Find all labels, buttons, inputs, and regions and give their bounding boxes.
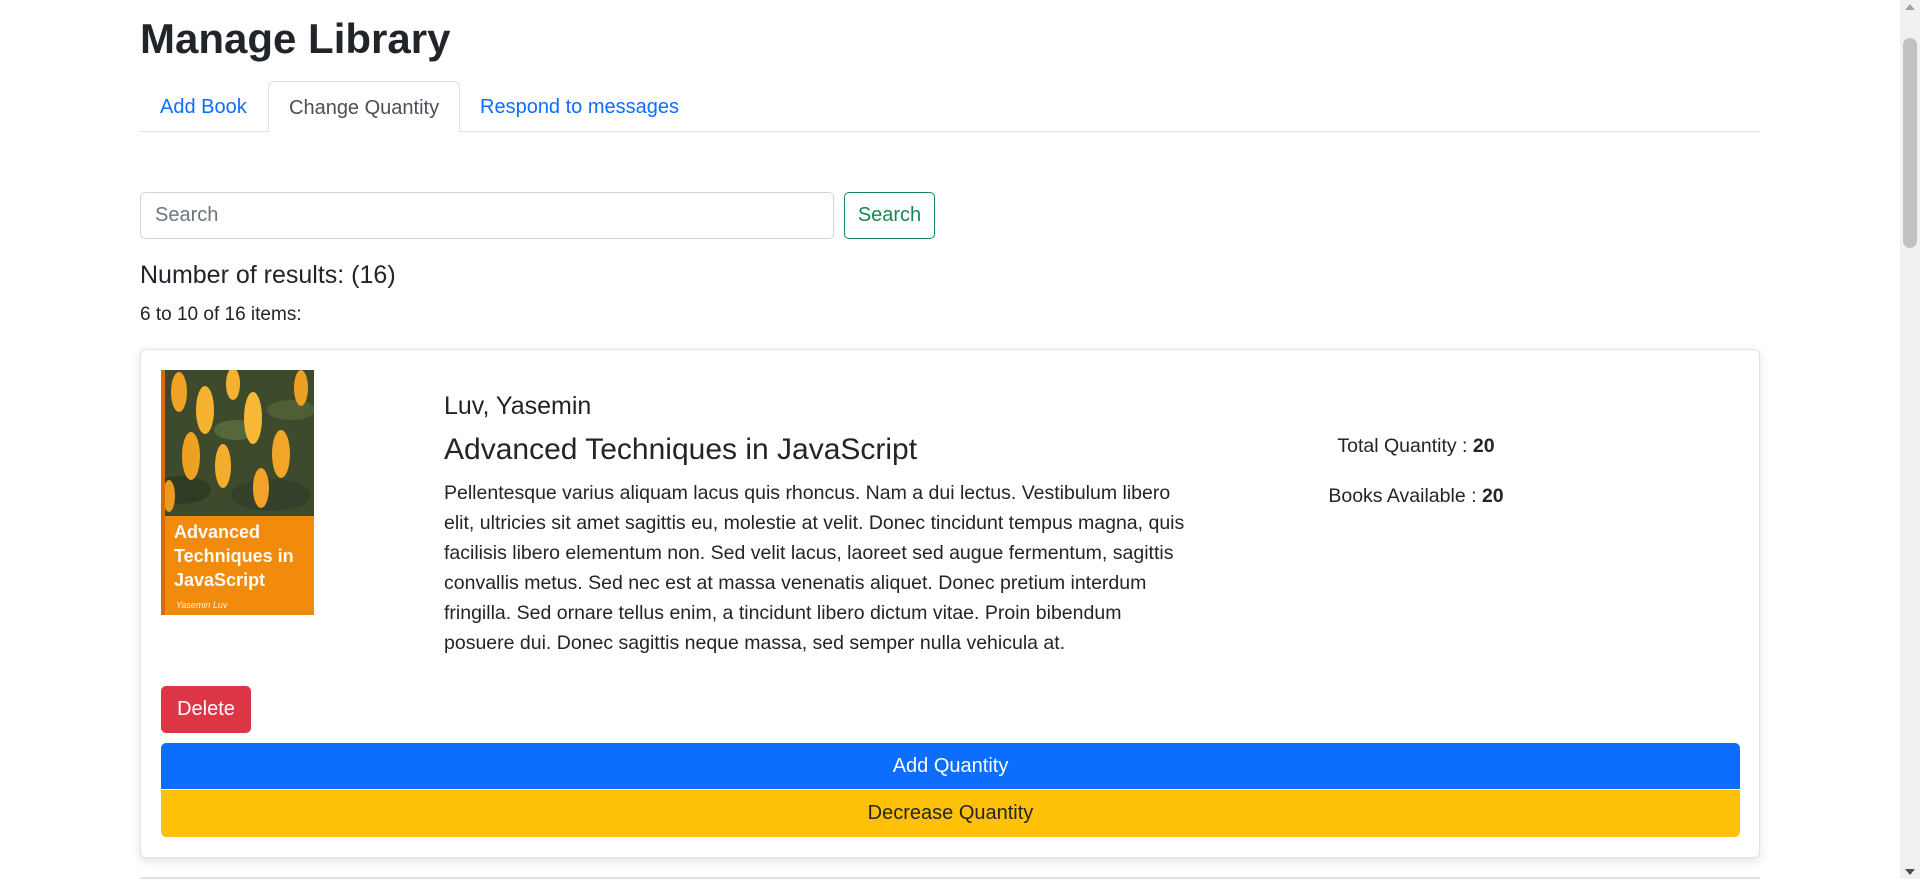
vertical-scrollbar[interactable] <box>1900 0 1920 879</box>
total-quantity: Total Quantity : 20 <box>1321 433 1511 459</box>
add-quantity-button[interactable]: Add Quantity <box>161 743 1740 789</box>
books-available-label: Books Available : <box>1328 485 1477 507</box>
results-count: Number of results: (16) <box>140 261 396 289</box>
scroll-up-arrow-icon[interactable] <box>1905 4 1915 10</box>
page-title: Manage Library <box>140 15 451 62</box>
book-description: Pellentesque varius aliquam lacus quis r… <box>444 482 1185 654</box>
tab-change-quantity[interactable]: Change Quantity <box>268 81 461 132</box>
cover-author: Yasemin Luv <box>176 600 228 610</box>
scroll-thumb[interactable] <box>1903 38 1917 248</box>
search-button[interactable]: Search <box>844 192 935 239</box>
total-quantity-label: Total Quantity : <box>1337 435 1468 457</box>
book-cover-image: Advanced Techniques in JavaScript Yasemi… <box>161 370 314 615</box>
books-available: Books Available : 20 <box>1321 483 1511 509</box>
books-available-value: 20 <box>1481 485 1504 507</box>
page: Manage Library Add Book Change Quantity … <box>0 0 1920 879</box>
book-author: Luv, Yasemin <box>444 392 592 420</box>
cover-spine <box>161 370 165 615</box>
book-title: Advanced Techniques in JavaScript <box>444 433 918 466</box>
delete-button[interactable]: Delete <box>161 686 251 733</box>
search-input[interactable] <box>140 192 834 239</box>
tab-add-book[interactable]: Add Book <box>140 81 267 131</box>
cover-title: Advanced Techniques in JavaScript <box>174 522 294 590</box>
scroll-down-arrow-icon[interactable] <box>1905 869 1915 875</box>
items-range: 6 to 10 of 16 items: <box>140 304 302 325</box>
cover-flowers-illustration <box>161 370 314 516</box>
book-card: Advanced Techniques in JavaScript Yasemi… <box>140 349 1760 858</box>
total-quantity-value: 20 <box>1472 435 1495 457</box>
tab-bar: Add Book Change Quantity Respond to mess… <box>140 81 1760 132</box>
cover-photo <box>161 370 314 516</box>
decrease-quantity-button[interactable]: Decrease Quantity <box>161 790 1740 837</box>
tab-respond-to-messages[interactable]: Respond to messages <box>460 81 699 131</box>
